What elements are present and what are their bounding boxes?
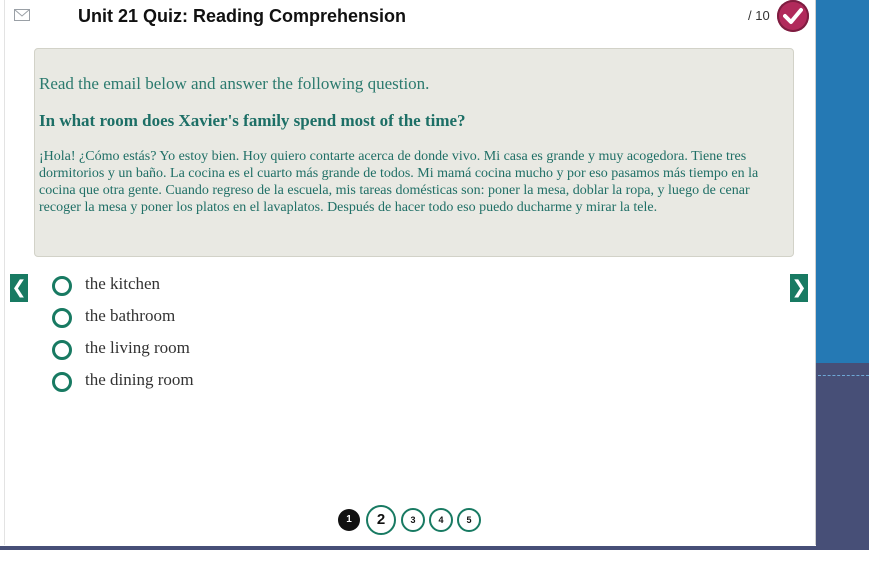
radio-button[interactable] xyxy=(52,340,72,360)
radio-button[interactable] xyxy=(52,372,72,392)
background-blue-region xyxy=(816,0,869,363)
question-instruction: Read the email below and answer the foll… xyxy=(39,74,430,93)
page-1-button[interactable]: 1 xyxy=(338,509,360,531)
answer-choice-label[interactable]: the living room xyxy=(85,338,190,358)
background-navy-region xyxy=(816,363,869,550)
page-2-button[interactable]: 2 xyxy=(366,505,396,535)
panel-bottom-edge xyxy=(0,546,816,550)
radio-button[interactable] xyxy=(52,308,72,328)
answer-choice-label[interactable]: the dining room xyxy=(85,370,194,390)
question-pager: 1 2 3 4 5 xyxy=(0,505,816,536)
radio-button[interactable] xyxy=(52,276,72,296)
next-question-button[interactable]: ❯ xyxy=(790,274,808,302)
page-5-button[interactable]: 5 xyxy=(457,508,481,532)
answer-choice-label[interactable]: the kitchen xyxy=(85,274,160,294)
quiz-title: Unit 21 Quiz: Reading Comprehension xyxy=(78,6,407,26)
page-4-button[interactable]: 4 xyxy=(429,508,453,532)
question-box: Read the email below and answer the foll… xyxy=(34,48,794,257)
question-prompt: In what room does Xavier's family spend … xyxy=(39,111,466,130)
completion-badge xyxy=(777,0,809,32)
quiz-panel: Unit 21 Quiz: Reading Comprehension / 10… xyxy=(4,0,816,545)
score-total: / 10 xyxy=(748,8,770,23)
reading-passage: ¡Hola! ¿Cómo estás? Yo estoy bien. Hoy q… xyxy=(39,149,759,215)
previous-question-button[interactable]: ❮ xyxy=(10,274,28,302)
answer-choice-label[interactable]: the bathroom xyxy=(85,306,175,326)
page-3-button[interactable]: 3 xyxy=(401,508,425,532)
background-dashed-line xyxy=(818,375,869,376)
checkmark-icon xyxy=(783,8,803,24)
envelope-icon[interactable] xyxy=(14,8,30,21)
